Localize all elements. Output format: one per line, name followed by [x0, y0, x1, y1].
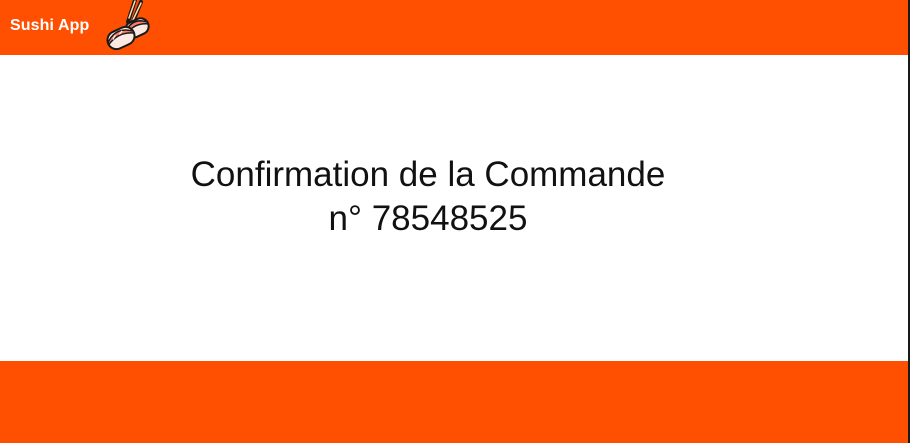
app-title[interactable]: Sushi App — [10, 17, 89, 35]
sushi-chopsticks-icon[interactable] — [101, 0, 157, 54]
app-header: Sushi App — [0, 0, 908, 55]
confirmation-content: Confirmation de la Commande n° 78548525 — [0, 55, 908, 361]
confirmation-title: Confirmation de la Commande — [190, 155, 666, 194]
app-footer — [0, 361, 908, 443]
order-confirmation-heading: Confirmation de la Commande n° 78548525 — [0, 153, 856, 241]
page: Sushi App Confirmation de la Commande n°… — [0, 0, 910, 443]
order-number: n° 78548525 — [328, 199, 528, 238]
